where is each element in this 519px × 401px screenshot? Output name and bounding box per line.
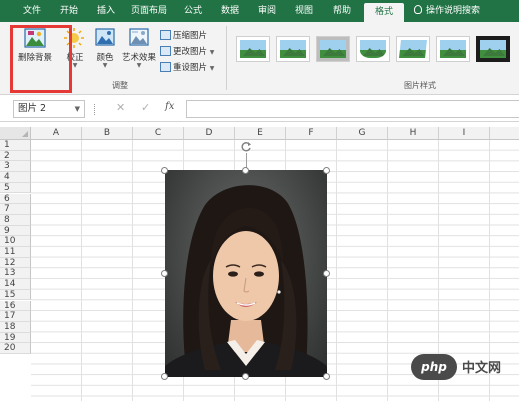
tab-page-layout[interactable]: 页面布局: [126, 0, 172, 22]
enter-icon[interactable]: ✓: [141, 101, 150, 114]
tell-me-search[interactable]: 操作说明搜索: [414, 0, 480, 22]
chevron-down-icon: ▼: [136, 62, 142, 69]
row-header-10[interactable]: 10: [0, 236, 31, 247]
inserted-picture[interactable]: [165, 170, 327, 377]
reset-picture-icon: [160, 62, 171, 72]
formula-bar-separator: [94, 104, 96, 115]
resize-handle-top-left[interactable]: [161, 167, 168, 174]
compress-pictures-icon: [160, 30, 171, 40]
picture-style-2[interactable]: [276, 36, 310, 62]
row-header-19[interactable]: 19: [0, 332, 31, 344]
row-header-18[interactable]: 18: [0, 321, 31, 333]
row-header-8[interactable]: 8: [0, 214, 31, 226]
group-separator: [226, 26, 227, 90]
change-picture-label: 更改图片: [173, 47, 208, 57]
tab-help[interactable]: 帮助: [324, 0, 360, 22]
insert-function-icon[interactable]: fx: [165, 101, 174, 112]
column-header-b[interactable]: B: [82, 127, 133, 140]
picture-style-1[interactable]: [236, 36, 270, 62]
row-header-16[interactable]: 16: [0, 300, 31, 312]
column-header-c[interactable]: C: [133, 127, 184, 140]
chevron-down-icon: ▼: [209, 49, 215, 56]
row-header-6[interactable]: 6: [0, 193, 31, 205]
picture-style-3[interactable]: [316, 36, 350, 62]
row-header-12[interactable]: 12: [0, 257, 31, 269]
picture-style-4[interactable]: [356, 36, 390, 62]
row-header-2[interactable]: 2: [0, 150, 31, 162]
change-picture-button[interactable]: 更改图片 ▼: [160, 45, 214, 59]
column-header-a[interactable]: A: [31, 127, 82, 140]
row-header-4[interactable]: 4: [0, 172, 31, 183]
tab-file[interactable]: 文件: [14, 0, 50, 22]
rotate-handle-icon[interactable]: [240, 141, 252, 153]
tab-format[interactable]: 格式: [364, 3, 404, 22]
chevron-down-icon: ▼: [102, 62, 108, 69]
tab-data[interactable]: 数据: [212, 0, 248, 22]
row-header-13[interactable]: 13: [0, 268, 31, 280]
ribbon: 删除背景 校正 ▼ 颜色 ▼ 艺术效果 ▼ 压缩图片 更改图片 ▼ 重设图片 ▼…: [0, 22, 519, 95]
resize-handle-bottom[interactable]: [242, 373, 249, 380]
tab-insert[interactable]: 插入: [88, 0, 124, 22]
lightbulb-icon: [414, 5, 422, 14]
reset-picture-button[interactable]: 重设图片 ▼: [160, 61, 214, 75]
row-header-17[interactable]: 17: [0, 311, 31, 322]
tell-me-label: 操作说明搜索: [426, 6, 481, 16]
artistic-effects-icon: [128, 28, 150, 48]
resize-handle-right[interactable]: [323, 270, 330, 277]
formula-input[interactable]: [186, 100, 519, 118]
tab-review[interactable]: 审阅: [250, 0, 284, 22]
row-header-7[interactable]: 7: [0, 204, 31, 215]
resize-handle-bottom-left[interactable]: [161, 373, 168, 380]
compress-pictures-label: 压缩图片: [173, 31, 208, 41]
row-header-14[interactable]: 14: [0, 279, 31, 290]
row-header-1[interactable]: 1: [0, 140, 31, 151]
column-header-h[interactable]: H: [388, 127, 439, 140]
picture-styles-group-label: 图片样式: [404, 81, 436, 90]
cancel-icon[interactable]: ✕: [116, 101, 125, 114]
color-button[interactable]: 颜色 ▼: [92, 28, 118, 69]
highlight-box: [10, 25, 72, 93]
tab-home[interactable]: 开始: [52, 0, 86, 22]
row-header-11[interactable]: 11: [0, 247, 31, 258]
resize-handle-top[interactable]: [242, 167, 249, 174]
column-header-i[interactable]: I: [439, 127, 490, 140]
column-header-g[interactable]: G: [337, 127, 388, 140]
tab-formulas[interactable]: 公式: [176, 0, 210, 22]
picture-style-5[interactable]: [396, 36, 430, 62]
name-box[interactable]: 图片 2 ▼: [13, 100, 85, 118]
resize-handle-top-right[interactable]: [323, 167, 330, 174]
compress-pictures-button[interactable]: 压缩图片: [160, 29, 207, 43]
name-box-value: 图片 2: [18, 103, 47, 114]
row-header-5[interactable]: 5: [0, 182, 31, 194]
row-header-9[interactable]: 9: [0, 225, 31, 237]
watermark-text: 中文网: [462, 361, 502, 376]
watermark: php 中文网: [411, 352, 513, 382]
resize-handle-left[interactable]: [161, 270, 168, 277]
change-picture-icon: [160, 46, 171, 56]
formula-bar: 图片 2 ▼ ✕ ✓ fx: [0, 96, 519, 122]
ribbon-tab-bar: 文件 开始 插入 页面布局 公式 数据 审阅 视图 帮助 格式 操作说明搜索: [0, 0, 519, 22]
column-header-e[interactable]: E: [235, 127, 286, 140]
select-all-button[interactable]: [0, 127, 31, 140]
row-header-3[interactable]: 3: [0, 161, 31, 173]
tab-view[interactable]: 视图: [286, 0, 322, 22]
adjust-group-label: 调整: [112, 81, 128, 90]
resize-handle-bottom-right[interactable]: [323, 373, 330, 380]
row-header-20[interactable]: 20: [0, 343, 31, 354]
column-header-d[interactable]: D: [184, 127, 235, 140]
picture-style-6[interactable]: [436, 36, 470, 62]
chevron-down-icon[interactable]: ▼: [75, 101, 80, 117]
picture-color-icon: [94, 28, 116, 48]
row-header-15[interactable]: 15: [0, 289, 31, 301]
column-header-next[interactable]: [490, 127, 519, 140]
column-header-f[interactable]: F: [286, 127, 337, 140]
chevron-down-icon: ▼: [209, 65, 215, 72]
reset-picture-label: 重设图片: [173, 63, 208, 73]
php-logo: php: [411, 354, 457, 380]
artistic-effects-button[interactable]: 艺术效果 ▼: [120, 28, 158, 69]
picture-style-7[interactable]: [476, 36, 510, 62]
